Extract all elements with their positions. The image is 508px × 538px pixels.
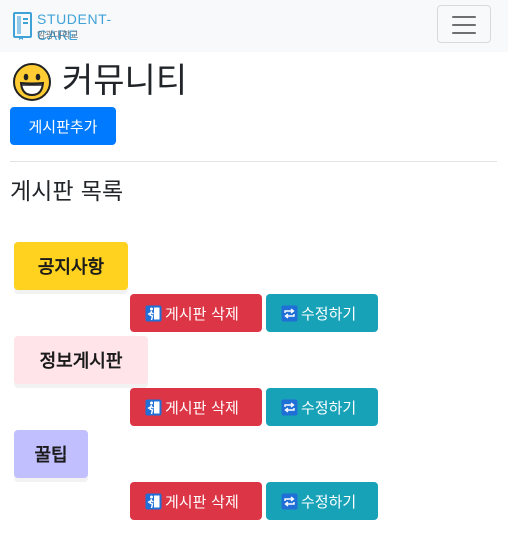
navbar: STUDENT-CARE 임광대학교: [0, 0, 508, 52]
exit-door-icon: [145, 493, 162, 509]
divider: [10, 161, 497, 162]
logo-book-icon: [13, 12, 32, 40]
hamburger-icon: [452, 24, 476, 26]
add-board-button[interactable]: 게시판추가: [10, 107, 116, 145]
board-name: 정보게시판: [39, 351, 123, 372]
navbar-toggle-button[interactable]: [437, 5, 491, 43]
exit-door-icon: [145, 305, 162, 321]
hamburger-icon: [452, 32, 476, 34]
brand-subtitle: 임광대학교: [37, 31, 79, 41]
board-name: 꿀팁: [34, 445, 68, 466]
board-name: 공지사항: [37, 257, 105, 278]
board-item[interactable]: 공지사항: [14, 242, 128, 290]
delete-label: 게시판 삭제: [165, 398, 239, 417]
delete-board-button[interactable]: 게시판 삭제: [130, 388, 262, 426]
delete-label: 게시판 삭제: [165, 304, 239, 323]
edit-label: 수정하기: [301, 398, 357, 417]
repeat-arrows-icon: [281, 305, 298, 321]
edit-board-button[interactable]: 수정하기: [266, 388, 378, 426]
repeat-arrows-icon: [281, 399, 298, 415]
repeat-arrows-icon: [281, 493, 298, 509]
exit-door-icon: [145, 399, 162, 415]
delete-label: 게시판 삭제: [165, 492, 239, 511]
grinning-face-emoji-icon: [13, 63, 51, 101]
board-item[interactable]: 꿀팁: [14, 430, 88, 478]
edit-board-button[interactable]: 수정하기: [266, 482, 378, 520]
delete-board-button[interactable]: 게시판 삭제: [130, 294, 262, 332]
page-title: 커뮤니티: [62, 61, 188, 101]
delete-board-button[interactable]: 게시판 삭제: [130, 482, 262, 520]
edit-board-button[interactable]: 수정하기: [266, 294, 378, 332]
board-item[interactable]: 정보게시판: [14, 336, 148, 384]
edit-label: 수정하기: [301, 492, 357, 511]
section-title: 게시판 목록: [10, 179, 124, 205]
brand-logo[interactable]: STUDENT-CARE 임광대학교: [13, 11, 138, 43]
edit-label: 수정하기: [301, 304, 357, 323]
hamburger-icon: [452, 16, 476, 18]
